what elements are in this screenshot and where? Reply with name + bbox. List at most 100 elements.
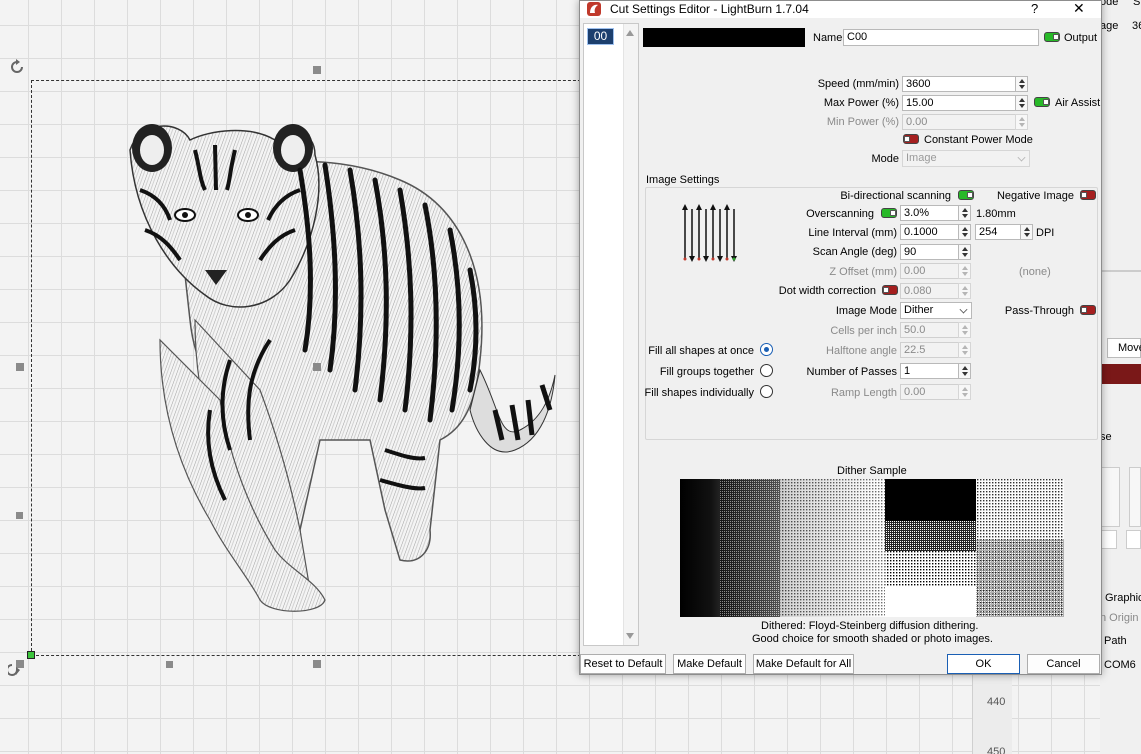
speed-input[interactable]: 3600 — [902, 76, 1016, 92]
line-interval-label: Line Interval (mm) — [808, 227, 897, 239]
overscanning-toggle[interactable] — [881, 208, 897, 218]
panel-box[interactable] — [1100, 530, 1117, 549]
dither-sample-image — [680, 479, 1064, 617]
cancel-button[interactable]: Cancel — [1027, 654, 1100, 674]
dot-width-spinner[interactable] — [958, 283, 971, 299]
dither-description-line2: Good choice for smooth shaded or photo i… — [752, 633, 993, 645]
z-offset-spinner[interactable] — [958, 263, 971, 279]
ok-button[interactable]: OK — [947, 654, 1020, 674]
bidirectional-label: Bi-directional scanning — [840, 190, 951, 202]
layer-list[interactable]: 00 — [583, 23, 639, 646]
dpi-spinner[interactable] — [1020, 224, 1033, 240]
rotate-handle-icon[interactable] — [8, 58, 26, 76]
port-label: COM6 — [1104, 659, 1136, 671]
lightburn-logo-icon — [587, 2, 601, 16]
layer-color-swatch[interactable] — [643, 28, 805, 47]
bidirectional-toggle[interactable] — [958, 190, 974, 200]
cells-per-inch-input[interactable]: 50.0 — [900, 322, 959, 338]
rotate-handle-icon[interactable] — [8, 656, 26, 678]
panel-fragment: age — [1100, 20, 1119, 32]
selection-box[interactable] — [31, 80, 591, 656]
dpi-input[interactable]: 254 — [975, 224, 1021, 240]
layer-badge[interactable]: 00 — [587, 28, 614, 45]
line-interval-input[interactable]: 0.1000 — [900, 224, 959, 240]
scroll-down-icon[interactable] — [626, 633, 634, 639]
help-button[interactable]: ? — [1031, 1, 1038, 17]
halftone-angle-spinner[interactable] — [958, 342, 971, 358]
mode-select[interactable]: Image — [902, 150, 1030, 167]
close-icon[interactable]: ✕ — [1073, 0, 1085, 16]
max-power-spinner[interactable] — [1015, 95, 1028, 111]
scale-handle[interactable] — [16, 512, 23, 519]
scale-handle[interactable] — [313, 363, 321, 371]
image-mode-select[interactable]: Dither — [900, 302, 972, 319]
scale-handle[interactable] — [166, 661, 173, 668]
panel-separator — [1102, 270, 1141, 272]
negative-image-label: Negative Image — [996, 190, 1074, 202]
overscan-input[interactable]: 3.0% — [900, 205, 959, 221]
passes-spinner[interactable] — [958, 363, 971, 379]
dither-sample-title: Dither Sample — [837, 465, 907, 477]
panel-box[interactable] — [1129, 467, 1141, 527]
make-default-button[interactable]: Make Default — [673, 654, 746, 674]
negative-image-toggle[interactable] — [1080, 190, 1096, 200]
name-input[interactable]: C00 — [843, 29, 1039, 46]
scale-handle[interactable] — [313, 660, 321, 668]
ramp-length-input[interactable]: 0.00 — [900, 384, 959, 400]
panel-fragment: Sp — [1133, 0, 1141, 8]
line-interval-spinner[interactable] — [958, 224, 971, 240]
origin-marker — [27, 651, 35, 659]
panel-fragment: Graphic — [1105, 592, 1141, 604]
min-power-spinner[interactable] — [1015, 114, 1028, 130]
color-bar — [1102, 364, 1141, 384]
scan-angle-input[interactable]: 90 — [900, 244, 959, 260]
make-default-all-button[interactable]: Make Default for All — [753, 654, 854, 674]
panel-box[interactable] — [1100, 467, 1120, 527]
speed-label: Speed (mm/min) — [817, 78, 899, 90]
fill-all-label: Fill all shapes at once — [648, 345, 754, 357]
overscanning-label: Overscanning — [806, 208, 874, 220]
cells-per-inch-spinner[interactable] — [958, 322, 971, 338]
max-power-input[interactable]: 15.00 — [902, 95, 1016, 111]
window-title: Cut Settings Editor - LightBurn 1.7.04 — [610, 2, 809, 16]
dpi-label: DPI — [1036, 227, 1055, 239]
dot-width-label: Dot width correction — [778, 285, 876, 297]
dither-description-line1: Dithered: Floyd-Steinberg diffusion dith… — [761, 620, 979, 632]
panel-fragment: Path — [1104, 635, 1127, 647]
panel-fragment: 36 — [1132, 20, 1141, 32]
air-assist-toggle[interactable] — [1034, 97, 1050, 107]
z-offset-none: (none) — [1019, 266, 1051, 278]
dot-width-input[interactable]: 0.080 — [900, 283, 959, 299]
scroll-up-icon[interactable] — [626, 30, 634, 36]
tab-move[interactable]: Move — [1107, 338, 1141, 358]
ramp-length-spinner[interactable] — [958, 384, 971, 400]
halftone-angle-input[interactable]: 22.5 — [900, 342, 959, 358]
scale-handle[interactable] — [313, 66, 321, 74]
scan-angle-spinner[interactable] — [958, 244, 971, 260]
fill-groups-radio[interactable] — [760, 364, 773, 377]
constant-power-toggle[interactable] — [903, 134, 919, 144]
pass-through-toggle[interactable] — [1080, 305, 1096, 315]
constant-power-label: Constant Power Mode — [924, 134, 1033, 146]
fill-individual-radio[interactable] — [760, 385, 773, 398]
vertical-ruler: 440 450 — [972, 670, 1012, 754]
speed-spinner[interactable] — [1015, 76, 1028, 92]
panel-box[interactable] — [1126, 530, 1141, 549]
z-offset-input[interactable]: 0.00 — [900, 263, 959, 279]
image-mode-label: Image Mode — [835, 305, 897, 317]
reset-default-button[interactable]: Reset to Default — [580, 654, 666, 674]
pass-through-label: Pass-Through — [1004, 305, 1074, 317]
name-label: Name — [813, 32, 843, 44]
title-bar[interactable]: Cut Settings Editor - LightBurn 1.7.04 ?… — [580, 0, 1101, 18]
dot-width-toggle[interactable] — [882, 285, 898, 295]
overscan-spinner[interactable] — [958, 205, 971, 221]
scale-handle[interactable] — [16, 363, 24, 371]
fill-groups-label: Fill groups together — [659, 366, 754, 378]
image-settings-title: Image Settings — [646, 174, 720, 186]
list-scrollbar[interactable] — [623, 24, 638, 645]
cells-per-inch-label: Cells per inch — [830, 325, 897, 337]
fill-all-radio[interactable] — [760, 343, 773, 356]
output-toggle[interactable] — [1044, 32, 1060, 42]
min-power-input[interactable]: 0.00 — [902, 114, 1016, 130]
passes-input[interactable]: 1 — [900, 363, 959, 379]
